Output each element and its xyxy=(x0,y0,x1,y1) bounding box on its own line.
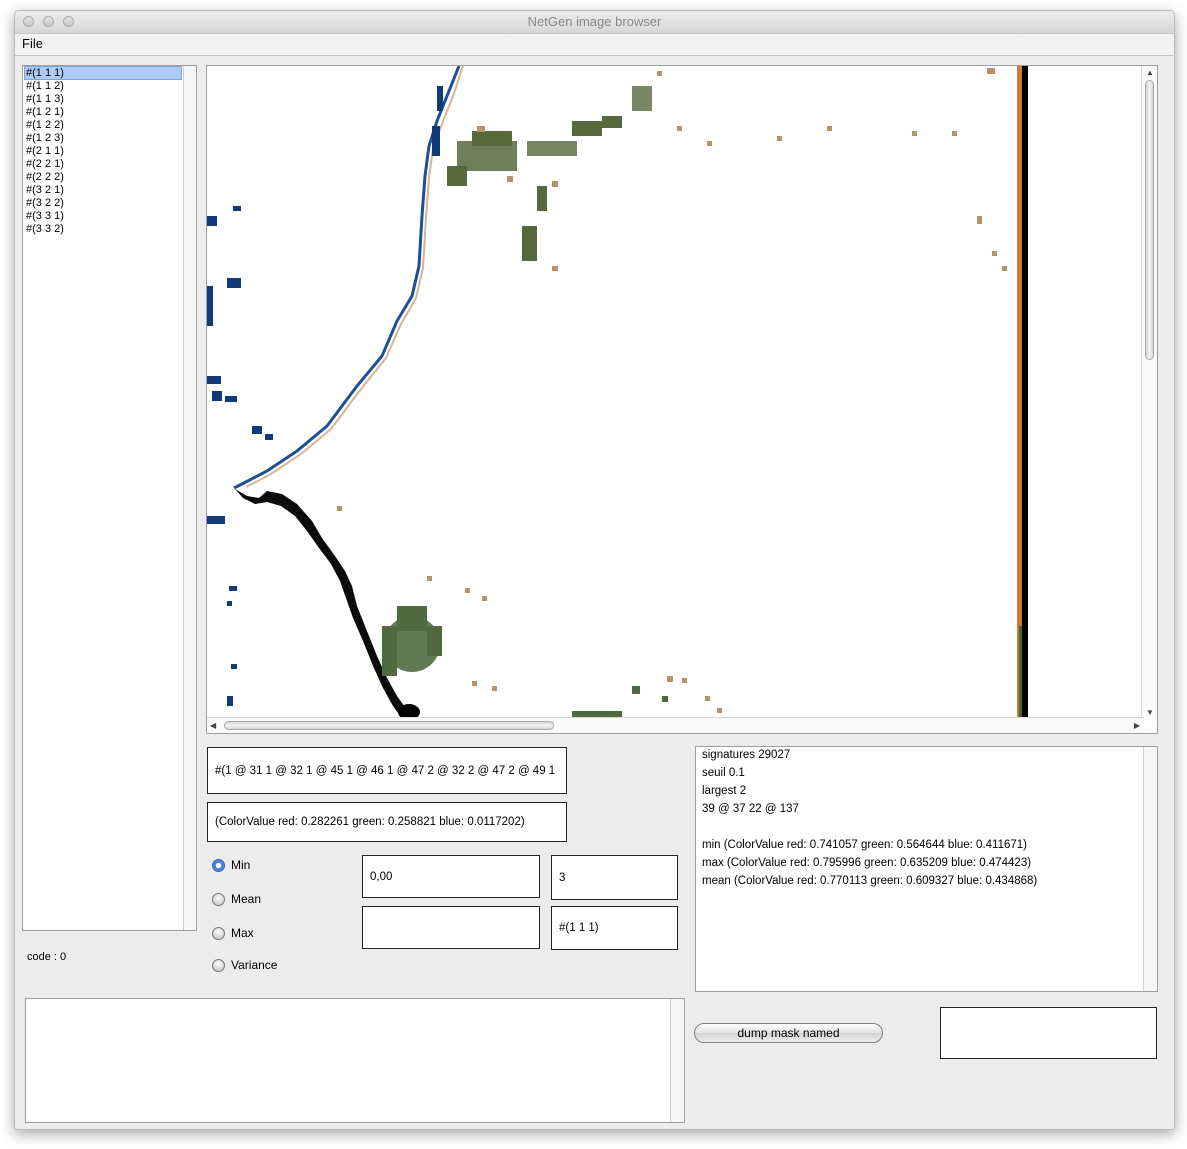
radio-mean[interactable]: Mean xyxy=(212,892,261,906)
close-window-icon[interactable] xyxy=(23,16,34,27)
scroll-down-icon[interactable]: ▼ xyxy=(1146,708,1154,718)
scroll-right-icon[interactable]: ▶ xyxy=(1134,721,1140,731)
list-item[interactable]: #(1 1 1) xyxy=(24,66,182,80)
radio-min[interactable]: Min xyxy=(212,858,250,872)
list-item[interactable]: #(1 1 2) xyxy=(25,80,181,92)
canvas-horizontal-scroll-thumb[interactable] xyxy=(224,721,554,730)
radio-variance-label: Variance xyxy=(231,958,278,972)
radio-variance[interactable]: Variance xyxy=(212,958,277,972)
radio-variance-indicator[interactable] xyxy=(212,958,225,972)
main-window: NetGen image browser File #(1 1 1) #(1 1 … xyxy=(14,10,1175,1130)
image-list-scrollbar[interactable] xyxy=(183,66,196,930)
color-value-field[interactable]: (ColorValue red: 0.282261 green: 0.25882… xyxy=(207,802,567,842)
mask-name-field[interactable] xyxy=(940,1007,1157,1059)
list-item[interactable]: #(1 2 3) xyxy=(25,132,181,144)
radio-max-label: Max xyxy=(231,926,254,940)
scroll-left-icon[interactable]: ◀ xyxy=(210,721,216,731)
window-title: NetGen image browser xyxy=(527,14,662,29)
radio-mean-label: Mean xyxy=(231,892,262,906)
empty-field[interactable] xyxy=(362,906,540,949)
canvas-horizontal-scrollbar[interactable]: ◀ ▶ xyxy=(207,717,1144,733)
image-canvas[interactable]: ▲ ▼ ◀ ▶ xyxy=(206,65,1158,734)
menu-file[interactable]: File xyxy=(22,36,43,51)
zoom-window-icon[interactable] xyxy=(63,16,74,27)
satellite-mask-image xyxy=(207,66,1143,720)
list-item[interactable]: #(3 3 1) xyxy=(25,210,181,222)
list-item[interactable]: #(1 2 1) xyxy=(25,106,181,118)
radio-mean-indicator[interactable] xyxy=(212,892,225,906)
radio-min-indicator[interactable] xyxy=(212,858,225,872)
console-area[interactable] xyxy=(25,998,685,1123)
code-label: code : 0 xyxy=(27,951,67,963)
info-line: largest 2 xyxy=(702,785,747,797)
minimize-window-icon[interactable] xyxy=(43,16,54,27)
canvas-vertical-scrollbar[interactable]: ▲ ▼ xyxy=(1141,66,1157,720)
signature-field[interactable]: #(1 @ 31 1 @ 32 1 @ 45 1 @ 46 1 @ 47 2 @… xyxy=(207,747,567,794)
list-item[interactable]: #(3 2 1) xyxy=(25,184,181,196)
title-bar: NetGen image browser xyxy=(15,11,1174,34)
list-item[interactable]: #(2 2 1) xyxy=(25,158,181,170)
radio-max-indicator[interactable] xyxy=(212,926,225,940)
radio-max[interactable]: Max xyxy=(212,926,254,940)
list-item[interactable]: #(1 1 3) xyxy=(25,93,181,105)
info-line: max (ColorValue red: 0.795996 green: 0.6… xyxy=(702,857,1032,869)
info-line: 39 @ 37 22 @ 137 xyxy=(702,803,799,815)
info-line: seuil 0.1 xyxy=(702,767,745,779)
list-item[interactable]: #(1 2 2) xyxy=(25,119,181,131)
list-item[interactable]: #(3 2 2) xyxy=(25,197,181,209)
console-scrollbar[interactable] xyxy=(670,999,684,1122)
info-panel: signatures 29027 seuil 0.1 largest 2 39 @ 3… xyxy=(695,746,1158,992)
dump-mask-button[interactable]: dump mask named xyxy=(694,1023,883,1043)
threshold-field[interactable]: 0,00 xyxy=(362,855,540,898)
canvas-vertical-scroll-thumb[interactable] xyxy=(1145,80,1154,360)
menu-bar: File xyxy=(15,34,1174,56)
image-list[interactable]: #(1 1 1) #(1 1 2) #(1 1 3) #(1 2 1) #(1 2 2)… xyxy=(22,65,197,931)
info-line: mean (ColorValue red: 0.770113 green: 0.… xyxy=(702,875,1038,887)
count-field[interactable]: 3 xyxy=(551,855,678,900)
list-item[interactable]: #(2 1 1) xyxy=(25,145,181,157)
info-panel-scrollbar[interactable] xyxy=(1143,747,1157,991)
info-line: min (ColorValue red: 0.741057 green: 0.5… xyxy=(702,839,1027,851)
list-item[interactable]: #(3 3 2) xyxy=(25,223,181,235)
radio-min-label: Min xyxy=(231,858,251,872)
scroll-up-icon[interactable]: ▲ xyxy=(1146,68,1154,78)
list-item[interactable]: #(2 2 2) xyxy=(25,171,181,183)
current-image-field[interactable]: #(1 1 1) xyxy=(551,906,678,950)
info-line: signatures 29027 xyxy=(702,749,791,761)
